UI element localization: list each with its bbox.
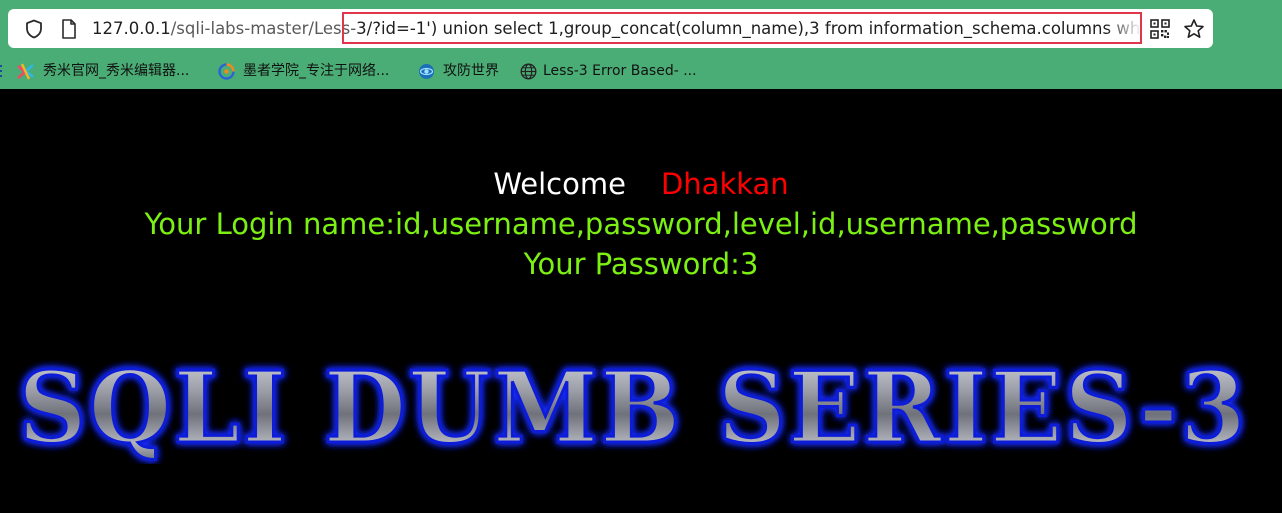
address-bar[interactable]: 127.0.0.1/sqli-labs-master/Less-3/?id=-1…	[8, 9, 1213, 48]
bookmark-item-adworld[interactable]: 攻防世界	[418, 56, 508, 86]
url-fade	[1106, 13, 1148, 44]
shield-icon[interactable]	[24, 19, 44, 39]
url-query: 3/?id=-1') union select 1,group_concat(c…	[356, 19, 1148, 38]
bookmark-item-less3[interactable]: Less-3 Error Based- ...	[520, 56, 710, 86]
xiumi-icon	[17, 63, 34, 80]
qr-code-icon[interactable]	[1150, 19, 1170, 39]
page-content: Welcome Dhakkan Your Login name:id,userna…	[0, 89, 1282, 513]
bookmark-label: 攻防世界	[443, 63, 499, 79]
mozhe-icon	[218, 63, 235, 80]
banner-text: SQLI DUMB SERIES-3	[18, 354, 1248, 464]
bookmark-partial[interactable]	[0, 56, 8, 86]
bookmark-label: Less-3 Error Based- ...	[543, 63, 697, 79]
bookmarks-bar: 秀米官网_秀米编辑器... 墨者学院_专注于网络... 攻防世界 Less-3 …	[0, 56, 1282, 86]
url-host: 127.0.0.1	[92, 19, 171, 38]
bookmark-partial-icon	[0, 65, 2, 77]
bookmark-label: 墨者学院_专注于网络...	[243, 63, 390, 79]
bookmark-item-xiumi[interactable]: 秀米官网_秀米编辑器...	[17, 56, 207, 86]
password-result: Your Password:3	[523, 247, 759, 281]
bookmark-label: 秀米官网_秀米编辑器...	[43, 63, 190, 79]
user-name: Dhakkan	[660, 167, 789, 201]
bookmark-item-mozhe[interactable]: 墨者学院_专注于网络...	[218, 56, 403, 86]
login-name-result: Your Login name:id,username,password,lev…	[144, 207, 1138, 241]
globe-icon	[520, 63, 537, 80]
adworld-icon	[419, 64, 434, 79]
bookmark-star-icon[interactable]	[1183, 18, 1205, 40]
welcome-line: Welcome Dhakkan	[0, 164, 1282, 204]
url-text[interactable]: 127.0.0.1/sqli-labs-master/Less-3/?id=-1…	[92, 9, 1148, 48]
welcome-text: Welcome	[493, 167, 626, 201]
page-icon[interactable]	[61, 19, 77, 39]
browser-chrome: 127.0.0.1/sqli-labs-master/Less-3/?id=-1…	[0, 0, 1282, 89]
series-banner-logo: SQLI DUMB SERIES-3	[17, 354, 1248, 464]
url-path: /sqli-labs-master/Less-	[170, 19, 357, 38]
